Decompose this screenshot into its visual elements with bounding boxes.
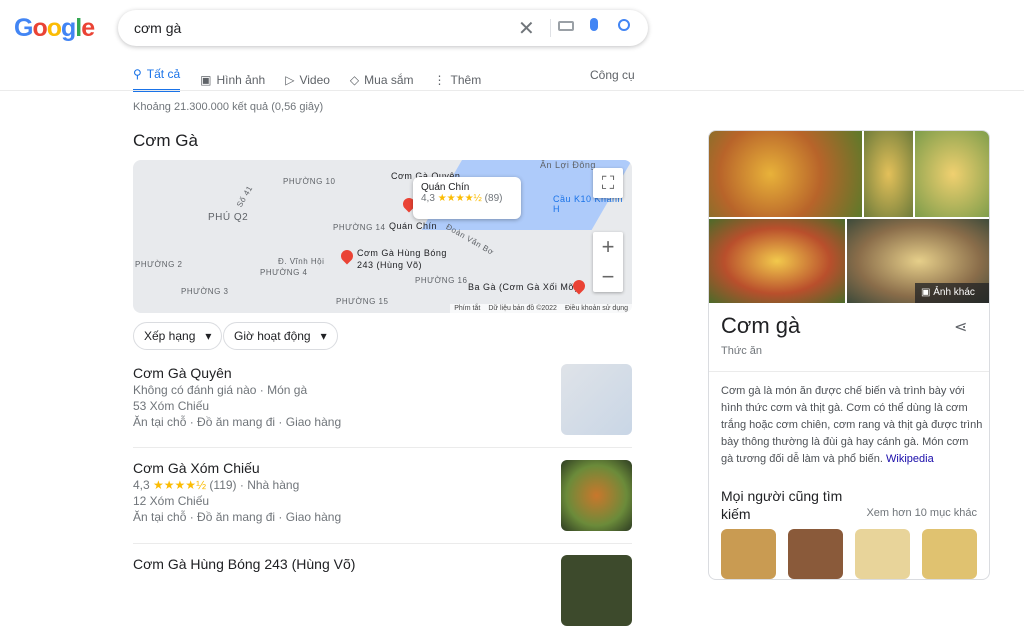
google-logo[interactable]: Google [14,14,95,43]
food-image[interactable] [709,131,862,217]
local-result[interactable]: Cơm Gà Xóm Chiếu 4,3 ★★★★½ (119) · Nhà h… [133,459,632,531]
search-icon: ⚲ [133,67,142,81]
review-count: (89) [484,193,503,204]
keyboard-icon[interactable] [558,21,574,31]
tab-label: Hình ảnh [216,72,266,87]
divider [550,19,551,37]
rating: 4,3 [421,193,435,204]
map-label: PHƯỜNG 2 [135,260,183,269]
local-result[interactable]: Cơm Gà Quyên Không có đánh giá nào · Món… [133,364,632,435]
tools-button[interactable]: Công cụ [590,68,635,82]
map-label: Cơm Gà Hùng Bóng [357,248,447,258]
map-label: PHÚ Q2 [208,212,249,223]
tab-images[interactable]: ▣ Hình ảnh [200,67,265,92]
kp-description: Cơm gà là món ăn được chế biến và trình … [721,383,983,468]
result-photo[interactable] [561,460,632,531]
tab-all[interactable]: ⚲ Tất cả [133,67,181,92]
tag-icon: ◇ [349,72,360,87]
tab-more[interactable]: ⋮ Thêm [434,67,482,92]
kp-title: Cơm gà [721,313,801,338]
map-callout[interactable]: Quán Chín 4,3 ★★★★½ (89) [413,177,521,219]
fullscreen-icon[interactable]: ⛶ [593,168,623,198]
map-label: 243 (Hùng Võ) [357,260,423,270]
star-rating-icon: ★★★★½ [153,478,207,492]
search-tabs: ⚲ Tất cả ▣ Hình ảnh ▷ Video ◇ Mua sắm ⋮ Thêm [133,67,481,92]
more-vert-icon: ⋮ [433,72,446,87]
caret-down-icon: ▾ [320,329,327,343]
search-box[interactable]: cơm gà ✕ [118,10,648,46]
result-address: 12 Xóm Chiếu [133,494,210,508]
divider [709,371,989,372]
clear-icon[interactable]: ✕ [518,16,535,41]
map-label: PHƯỜNG 15 [336,297,389,306]
divider [133,543,632,544]
local-result[interactable]: Cơm Gà Hùng Bóng 243 (Hùng Võ) [133,555,632,626]
food-image[interactable] [915,131,989,217]
divider [133,447,632,448]
search-input[interactable]: cơm gà [134,20,181,36]
result-stats: Khoảng 21.300.000 kết quả (0,56 giây) [133,101,324,113]
result-photo[interactable] [561,555,632,626]
filter-rating[interactable]: Xếp hạng ▾ [133,322,223,350]
play-icon: ▷ [285,72,295,87]
tab-label: Thêm [450,72,482,87]
description-text: Cơm gà là món ăn được chế biến và trình … [721,385,983,465]
map-label: Ba Gà (Cơm Gà Xối Mỡ) [468,282,579,292]
result-services: Ăn tại chỗ · Đồ ăn mang đi · Giao hàng [133,510,342,524]
chip-label: Xếp hạng [144,329,196,343]
food-image[interactable] [864,131,913,217]
callout-name: Quán Chín [421,182,470,193]
filter-hours[interactable]: Giờ hoạt động ▾ [223,322,338,350]
map[interactable]: PHƯỜNG 10 PHÚ Q2 PHƯỜNG 14 PHƯỜNG 2 PHƯỜ… [133,160,632,313]
mic-icon[interactable] [590,18,598,31]
map-label: Quán Chín [389,221,438,231]
more-images-label: Ảnh khác [933,287,975,298]
search-icon[interactable] [618,19,630,31]
tab-video[interactable]: ▷ Video [285,67,330,92]
food-image[interactable] [709,219,845,303]
map-label: PHƯỜNG 14 [333,223,386,232]
result-meta: (119) · Nhà hàng [209,478,300,492]
knowledge-panel: ▣ Ảnh khác Cơm gà ⋖ Thức ăn Cơm gà là mó… [708,130,990,580]
map-label: Số 41 [234,184,255,209]
tab-label: Tất cả [146,67,181,81]
result-title[interactable]: Cơm Gà Xóm Chiếu [133,459,632,477]
zoom-controls: + − [593,232,623,292]
tab-shopping[interactable]: ◇ Mua sắm [350,67,414,92]
zoom-out-button[interactable]: − [593,262,623,292]
result-map-thumbnail[interactable] [561,364,632,435]
map-label: PHƯỜNG 10 [283,177,336,186]
map-terms-link[interactable]: Điều khoản sử dụng [565,305,628,312]
map-shortcuts-link[interactable]: Phím tắt [454,305,480,312]
more-images-button[interactable]: ▣ Ảnh khác [915,283,989,303]
map-label: Đ. Vĩnh Hội [278,257,325,266]
result-title[interactable]: Cơm Gà Quyên [133,364,632,382]
map-label: PHƯỜNG 4 [260,268,308,277]
also-search-heading: Mọi người cũng tìm kiếm [721,488,843,522]
share-icon[interactable]: ⋖ [954,317,967,337]
result-meta: Không có đánh giá nào · Món gà [133,383,308,397]
divider [0,90,1024,91]
star-rating-icon: ★★★★½ [437,193,482,204]
image-icon: ▣ [921,287,934,298]
local-heading: Cơm Gà [133,131,198,150]
kp-subtitle: Thức ăn [721,345,762,357]
see-more-link[interactable]: Xem hơn 10 mục khác [866,507,977,519]
result-title[interactable]: Cơm Gà Hùng Bóng 243 (Hùng Võ) [133,555,632,573]
map-label: PHƯỜNG 3 [181,287,229,296]
image-icon: ▣ [200,72,212,87]
rating: 4,3 [133,478,150,492]
map-data-credit: Dữ liệu bản đồ ©2022 [488,305,557,312]
map-label: Ân Lợi Đông [540,160,596,170]
tab-label: Mua sắm [364,72,414,87]
zoom-in-button[interactable]: + [593,232,623,262]
restaurant-pin-icon[interactable] [338,247,356,265]
wikipedia-link[interactable]: Wikipedia [886,453,934,465]
chip-label: Giờ hoạt động [234,329,311,343]
tab-label: Video [299,72,330,87]
map-label: PHƯỜNG 16 [415,276,468,285]
caret-down-icon: ▾ [205,329,212,343]
result-address: 53 Xóm Chiếu [133,399,210,413]
result-services: Ăn tại chỗ · Đồ ăn mang đi · Giao hàng [133,415,342,429]
